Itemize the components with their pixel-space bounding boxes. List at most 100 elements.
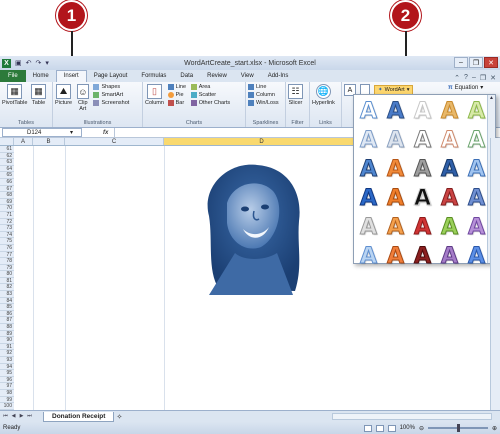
- help-icon[interactable]: ?: [464, 74, 468, 82]
- workbook-minimize-icon[interactable]: –: [472, 74, 476, 82]
- wordart-style[interactable]: A: [464, 127, 489, 154]
- row-header[interactable]: 90: [0, 337, 14, 344]
- column-header-b[interactable]: B: [33, 138, 65, 145]
- wordart-style[interactable]: A: [356, 243, 381, 270]
- wordart-style[interactable]: A: [437, 127, 462, 154]
- wordart-style[interactable]: A: [464, 156, 489, 183]
- wordart-style[interactable]: A: [464, 243, 489, 270]
- other-charts-button[interactable]: Other Charts: [190, 100, 230, 106]
- wordart-style[interactable]: A: [437, 156, 462, 183]
- row-header[interactable]: 66: [0, 178, 14, 186]
- row-header[interactable]: 84: [0, 297, 14, 305]
- row-header[interactable]: 98: [0, 389, 14, 397]
- hyperlink-button[interactable]: 🌐 Hyperlink: [312, 84, 335, 106]
- wordart-style[interactable]: A: [356, 127, 381, 154]
- row-header[interactable]: 99: [0, 396, 14, 404]
- zoom-slider-thumb[interactable]: [456, 424, 460, 432]
- restore-button[interactable]: ❐: [469, 57, 483, 68]
- row-header[interactable]: 85: [0, 304, 14, 311]
- sheet-tab-donation-receipt[interactable]: Donation Receipt: [43, 411, 115, 422]
- row-header[interactable]: 72: [0, 218, 14, 226]
- row-header[interactable]: 76: [0, 244, 14, 252]
- row-header[interactable]: 86: [0, 310, 14, 318]
- tab-formulas[interactable]: Formulas: [134, 71, 173, 82]
- tab-view[interactable]: View: [234, 71, 261, 82]
- row-header[interactable]: 91: [0, 343, 14, 351]
- row-header[interactable]: 81: [0, 277, 14, 285]
- zoom-in-icon[interactable]: ⊕: [492, 425, 497, 432]
- row-header[interactable]: 62: [0, 152, 14, 160]
- row-header[interactable]: 80: [0, 271, 14, 278]
- girl-photo[interactable]: [199, 161, 304, 297]
- namebox-dropdown-icon[interactable]: ▾: [70, 129, 73, 136]
- wordart-style[interactable]: A: [356, 214, 381, 241]
- row-header[interactable]: 69: [0, 198, 14, 206]
- row-header[interactable]: 83: [0, 291, 14, 298]
- wordart-style[interactable]: A: [383, 127, 408, 154]
- wordart-style[interactable]: A: [410, 243, 435, 270]
- zoom-slider[interactable]: [427, 424, 488, 432]
- workbook-close-icon[interactable]: ✕: [490, 74, 496, 82]
- row-header[interactable]: 97: [0, 383, 14, 390]
- row-header[interactable]: 70: [0, 205, 14, 212]
- row-header[interactable]: 61: [0, 146, 14, 153]
- wordart-style[interactable]: A: [464, 185, 489, 212]
- clipart-button[interactable]: ☺ Clip Art: [76, 84, 90, 112]
- gallery-scroll-up-icon[interactable]: ▲: [488, 95, 495, 103]
- customize-qat-icon[interactable]: ▾: [45, 59, 49, 67]
- row-header[interactable]: 100: [0, 403, 14, 410]
- wordart-style[interactable]: A: [410, 156, 435, 183]
- area-chart-button[interactable]: Area: [190, 84, 230, 90]
- first-sheet-icon[interactable]: ⏮: [2, 413, 9, 421]
- wordart-style[interactable]: A: [383, 214, 408, 241]
- row-header[interactable]: 87: [0, 317, 14, 325]
- minimize-button[interactable]: –: [454, 57, 468, 68]
- select-all-corner[interactable]: [0, 138, 14, 145]
- zoom-level[interactable]: 100%: [400, 425, 415, 431]
- wordart-style[interactable]: A: [383, 156, 408, 183]
- pivottable-button[interactable]: ▦ PivotTable: [2, 84, 27, 106]
- line-chart-button[interactable]: Line: [167, 84, 186, 90]
- minimize-ribbon-icon[interactable]: ⌃: [454, 74, 460, 82]
- wordart-style[interactable]: A: [410, 98, 435, 125]
- column-chart-button[interactable]: ▯ Column: [145, 84, 164, 106]
- save-icon[interactable]: ▣: [15, 59, 22, 67]
- row-header[interactable]: 96: [0, 376, 14, 384]
- table-button[interactable]: ▦ Table: [31, 84, 47, 106]
- row-header[interactable]: 63: [0, 159, 14, 166]
- pie-chart-button[interactable]: Pie: [167, 92, 186, 98]
- row-header[interactable]: 95: [0, 370, 14, 377]
- prev-sheet-icon[interactable]: ◀: [10, 413, 17, 421]
- wordart-style[interactable]: A: [356, 98, 381, 125]
- sparkline-line-button[interactable]: Line: [248, 84, 279, 90]
- new-sheet-icon[interactable]: ✧: [116, 413, 122, 421]
- wordart-style[interactable]: A: [356, 185, 381, 212]
- row-header[interactable]: 78: [0, 258, 14, 265]
- page-layout-view-icon[interactable]: [375, 424, 384, 432]
- scatter-chart-button[interactable]: Scatter: [190, 92, 230, 98]
- wordart-style[interactable]: A: [437, 98, 462, 125]
- row-header[interactable]: 88: [0, 324, 14, 331]
- undo-icon[interactable]: ↶: [26, 59, 32, 67]
- tab-file[interactable]: File: [0, 70, 26, 82]
- wordart-style[interactable]: A: [383, 185, 408, 212]
- normal-view-icon[interactable]: [363, 424, 372, 432]
- wordart-style[interactable]: A: [437, 243, 462, 270]
- picture-button[interactable]: ⛰ Picture: [55, 84, 72, 106]
- row-header[interactable]: 74: [0, 231, 14, 239]
- row-header[interactable]: 64: [0, 165, 14, 173]
- equation-button[interactable]: π Equation ▾: [448, 84, 483, 92]
- smartart-button[interactable]: SmartArt: [93, 92, 129, 98]
- row-header[interactable]: 77: [0, 251, 14, 259]
- row-header[interactable]: 75: [0, 238, 14, 245]
- wordart-style[interactable]: A: [437, 185, 462, 212]
- row-header[interactable]: 65: [0, 172, 14, 179]
- row-header[interactable]: 89: [0, 330, 14, 338]
- wordart-style[interactable]: A: [410, 214, 435, 241]
- tab-review[interactable]: Review: [200, 71, 234, 82]
- sparkline-column-button[interactable]: Column: [248, 92, 279, 98]
- worksheet-grid[interactable]: [14, 146, 360, 410]
- column-header-c[interactable]: C: [65, 138, 164, 145]
- shapes-button[interactable]: Shapes: [93, 84, 129, 90]
- wordart-style[interactable]: A: [383, 243, 408, 270]
